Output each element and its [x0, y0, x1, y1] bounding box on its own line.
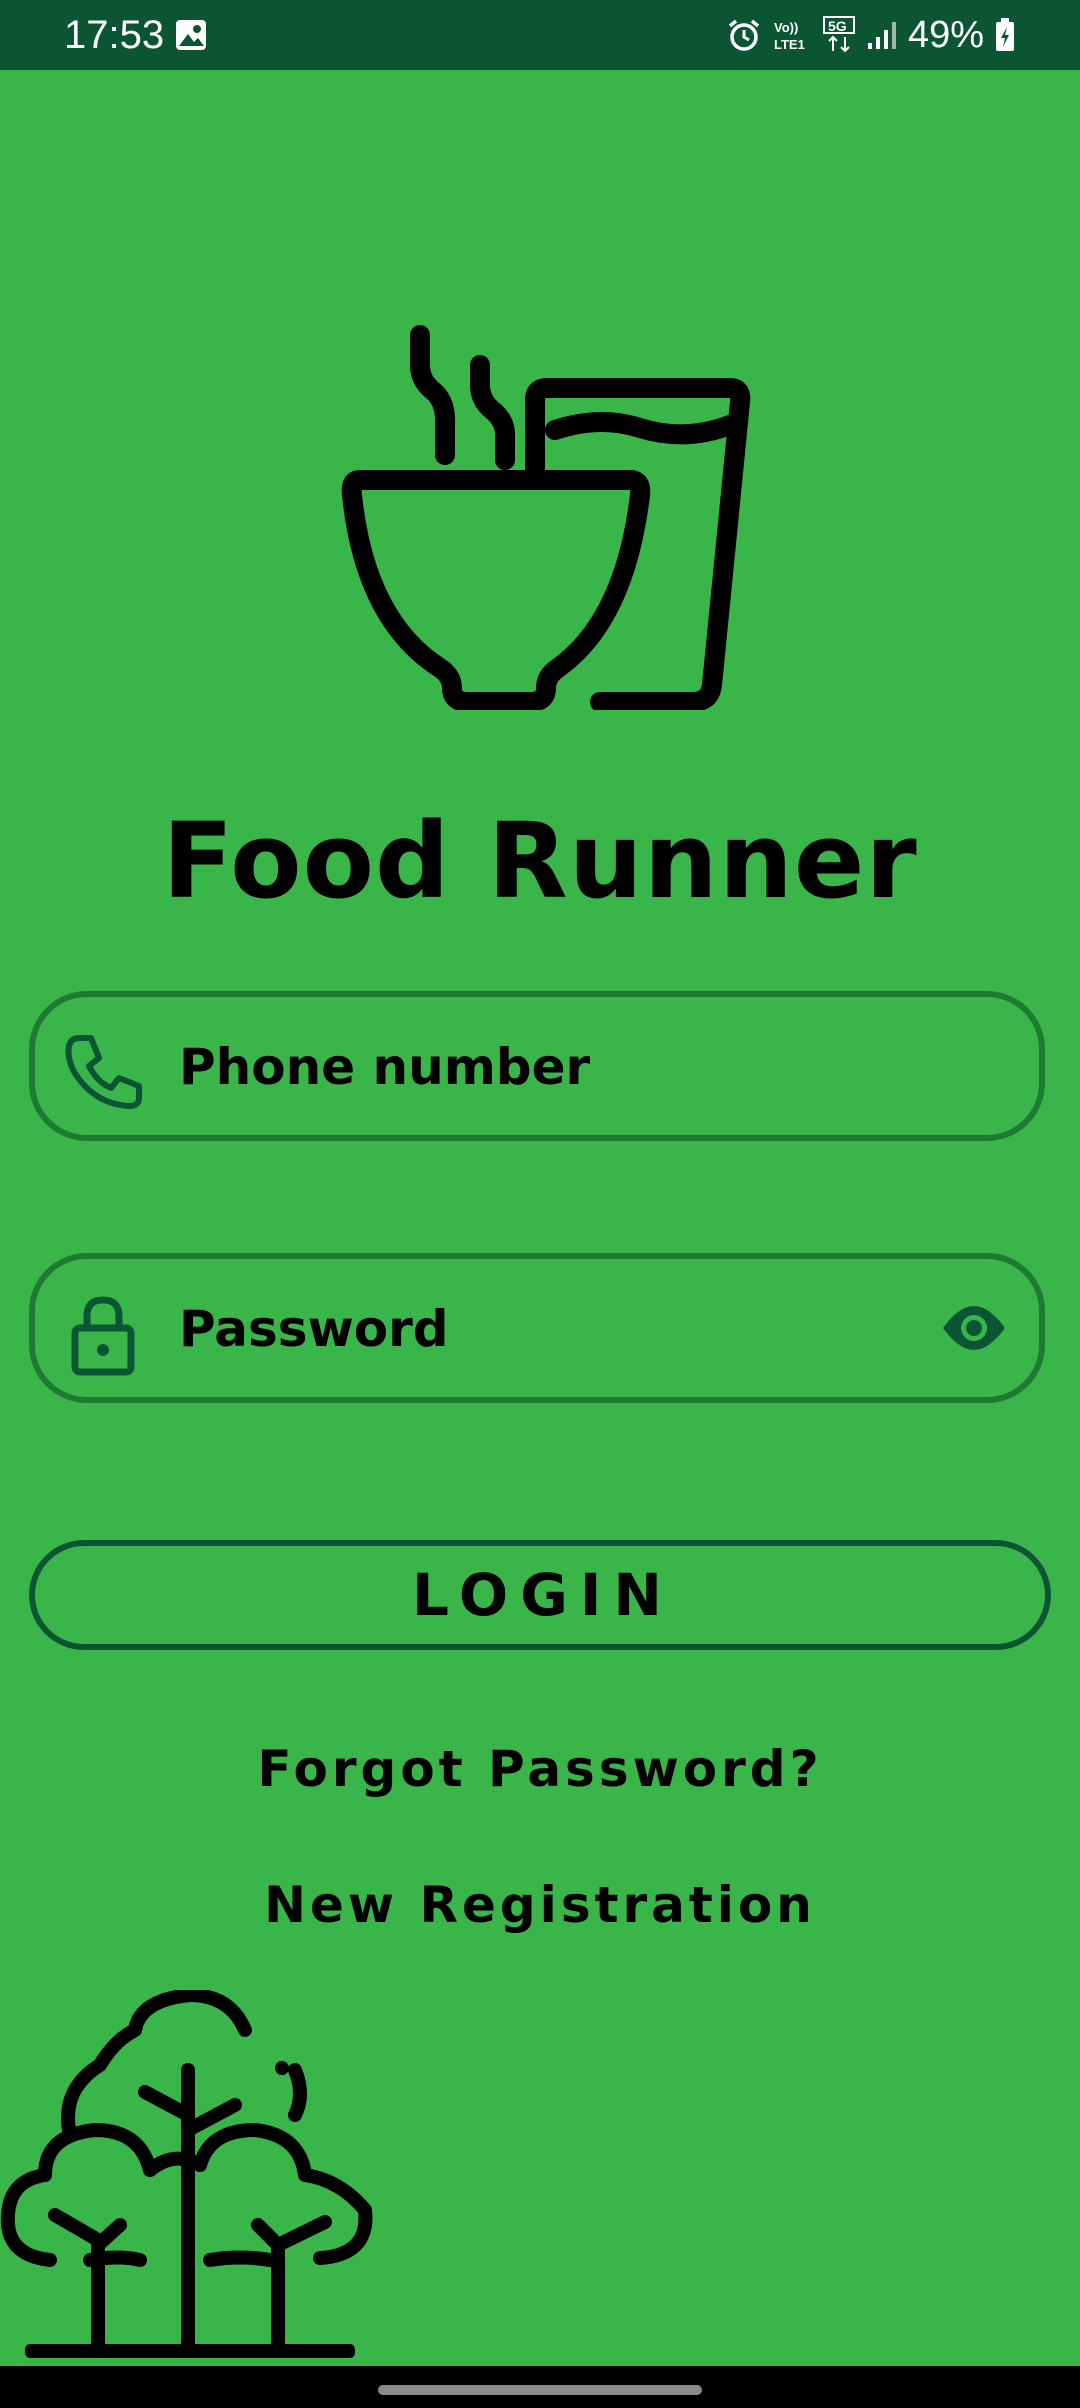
phone-input[interactable] — [177, 997, 919, 1137]
forgot-password-link[interactable]: Forgot Password? — [0, 1740, 1080, 1798]
app-title: Food Runner — [162, 800, 918, 922]
eye-icon[interactable] — [939, 1298, 1009, 1358]
password-field[interactable] — [29, 1253, 1045, 1403]
status-icons: Vo)) LTE1 5G 49% — [726, 10, 1016, 60]
5g-icon: 5G — [822, 16, 855, 53]
battery-percent: 49% — [907, 13, 984, 56]
svg-text:Vo)): Vo)) — [774, 20, 798, 35]
status-bar: 17:53 Vo)) LTE1 5G 49% — [0, 0, 1080, 70]
food-bowl-glass-logo-icon — [341, 325, 751, 710]
new-registration-link[interactable]: New Registration — [0, 1876, 1080, 1934]
login-button[interactable]: LOGIN — [29, 1540, 1051, 1650]
navigation-bar — [0, 2366, 1080, 2408]
phone-field[interactable] — [29, 991, 1045, 1141]
phone-icon — [65, 1035, 142, 1109]
trees-icon — [0, 1990, 373, 2358]
password-input[interactable] — [177, 1259, 919, 1399]
status-time: 17:53 — [64, 13, 165, 57]
lock-icon — [71, 1296, 135, 1376]
home-gesture-handle[interactable] — [378, 2385, 702, 2395]
battery-icon — [996, 18, 1014, 51]
signal-icon — [867, 22, 896, 49]
image-icon — [176, 20, 206, 50]
volte-icon: Vo)) LTE1 — [774, 20, 805, 52]
svg-text:LTE1: LTE1 — [774, 37, 805, 52]
svg-text:5G: 5G — [828, 18, 847, 34]
alarm-icon — [728, 19, 760, 51]
